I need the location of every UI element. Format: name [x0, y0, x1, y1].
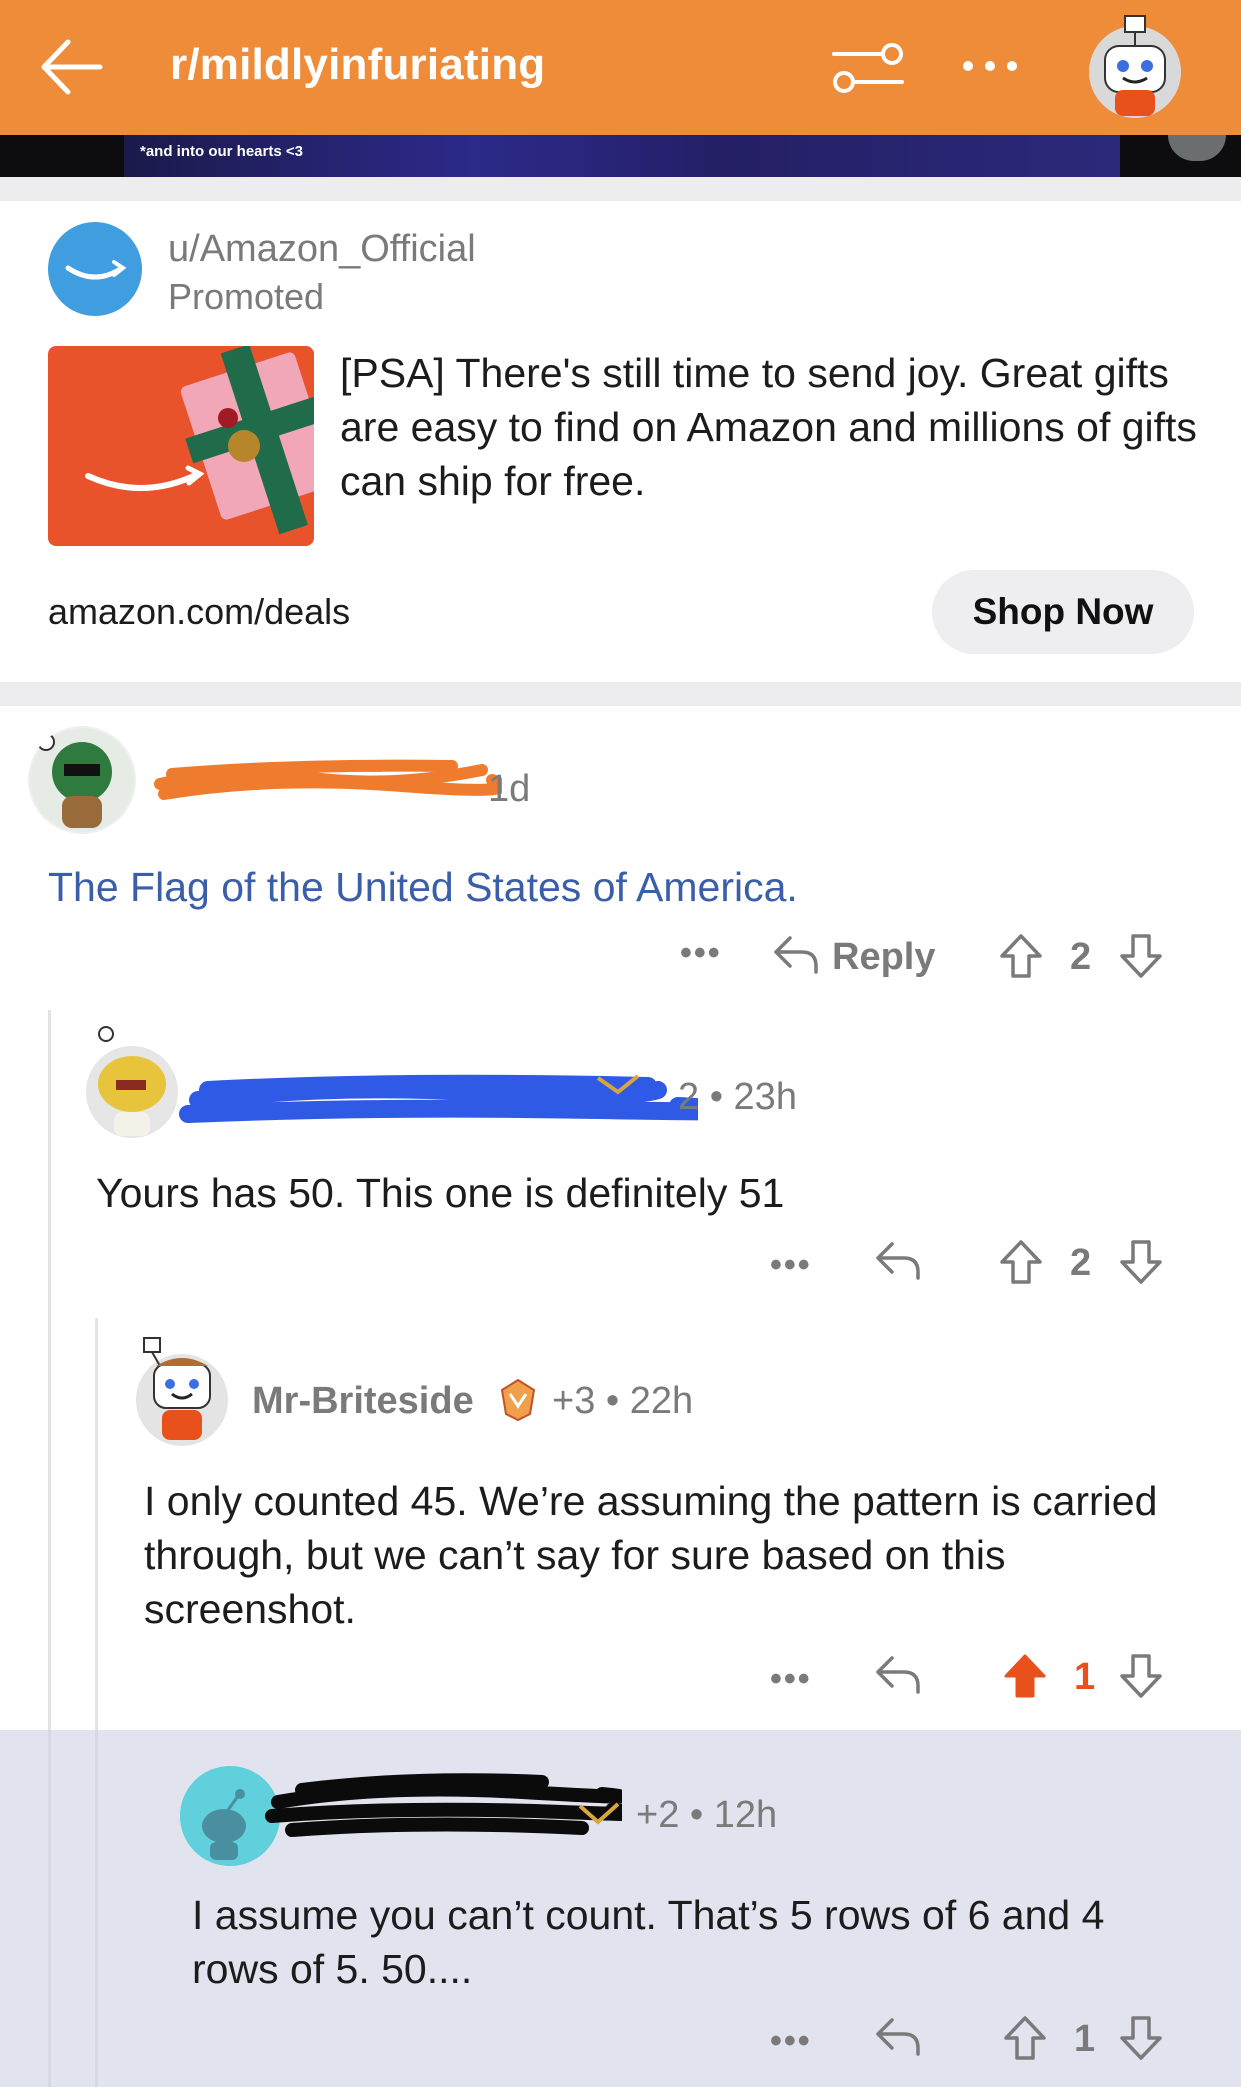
- snoo-avatar-icon: [86, 1026, 178, 1138]
- redacted-username: [154, 759, 502, 800]
- upvote-icon[interactable]: [1002, 2014, 1048, 2062]
- comment-karma-age: +3 • 22h: [552, 1380, 694, 1422]
- comment-karma-age: 2 • 23h: [678, 1076, 797, 1118]
- comment-avatar[interactable]: [132, 1336, 232, 1448]
- section-divider: [0, 177, 1241, 201]
- vote-count: 1: [1074, 2018, 1096, 2060]
- thread-line: [48, 1730, 51, 2087]
- downvote-icon[interactable]: [1118, 1652, 1164, 1700]
- comment-text-link[interactable]: The Flag of the United States of America…: [48, 864, 798, 911]
- reply-icon[interactable]: [874, 1652, 922, 1696]
- amazon-smile-icon: [65, 260, 127, 280]
- downvote-icon[interactable]: [1118, 932, 1164, 980]
- comment-username[interactable]: Mr-Briteside: [252, 1380, 474, 1423]
- comment-avatar[interactable]: [84, 1026, 180, 1142]
- filter-icon[interactable]: [830, 38, 906, 98]
- app-header: r/mildlyinfuriating: [0, 0, 1241, 135]
- reply-icon[interactable]: [772, 932, 820, 976]
- subreddit-title[interactable]: r/mildlyinfuriating: [170, 40, 545, 90]
- comment-text[interactable]: I assume you can’t count. That’s 5 rows …: [192, 1888, 1202, 1996]
- ad-body-text[interactable]: [PSA] There's still time to send joy. Gr…: [340, 346, 1200, 508]
- reply-icon[interactable]: [874, 1238, 922, 1282]
- upvote-icon-active[interactable]: [1002, 1652, 1048, 1700]
- back-arrow-icon[interactable]: [34, 30, 108, 104]
- post-image-caption: *and into our hearts <3: [140, 143, 303, 160]
- promoted-label: Promoted: [168, 276, 325, 317]
- reply-icon[interactable]: [874, 2014, 922, 2058]
- amazon-logo-avatar[interactable]: [48, 222, 142, 316]
- comment-more-button[interactable]: •••: [770, 1660, 812, 1699]
- downvote-icon[interactable]: [1118, 1238, 1164, 1286]
- comment-text[interactable]: Yours has 50. This one is definitely 51: [96, 1166, 1196, 1220]
- upvote-icon[interactable]: [998, 1238, 1044, 1286]
- user-avatar[interactable]: [1083, 12, 1187, 120]
- gift-image: [85, 346, 314, 535]
- shop-now-button[interactable]: Shop Now: [932, 570, 1194, 654]
- comment-more-button[interactable]: •••: [680, 934, 722, 973]
- comment-karma-age: +2 • 12h: [636, 1794, 778, 1836]
- downvote-icon[interactable]: [1118, 2014, 1164, 2062]
- comment-age: 1d: [488, 768, 531, 810]
- ad-url[interactable]: amazon.com/deals: [48, 591, 350, 633]
- snoo-avatar-icon: [136, 1337, 228, 1446]
- comment-more-button[interactable]: •••: [770, 1246, 812, 1285]
- redacted-username: [265, 1773, 622, 1837]
- upvote-icon[interactable]: [998, 932, 1044, 980]
- comment-avatar[interactable]: [28, 726, 136, 834]
- section-divider: [0, 682, 1241, 706]
- snoo-avatar-icon: [30, 728, 134, 832]
- vote-count: 2: [1070, 936, 1092, 978]
- post-image-strip: *and into our hearts <3: [0, 135, 1241, 177]
- comment-more-button[interactable]: •••: [770, 2022, 812, 2061]
- thread-line: [95, 1730, 98, 2087]
- ad-username[interactable]: u/Amazon_Official: [168, 228, 476, 271]
- vote-count: 2: [1070, 1242, 1092, 1284]
- vote-count: 1: [1074, 1656, 1096, 1698]
- reply-button[interactable]: Reply: [832, 936, 935, 979]
- comment-text[interactable]: I only counted 45. We’re assuming the pa…: [144, 1474, 1204, 1636]
- ad-thumbnail[interactable]: [48, 346, 314, 546]
- more-icon[interactable]: [958, 42, 1022, 90]
- award-badge-icon: [500, 1378, 536, 1422]
- redacted-username: [179, 1074, 698, 1123]
